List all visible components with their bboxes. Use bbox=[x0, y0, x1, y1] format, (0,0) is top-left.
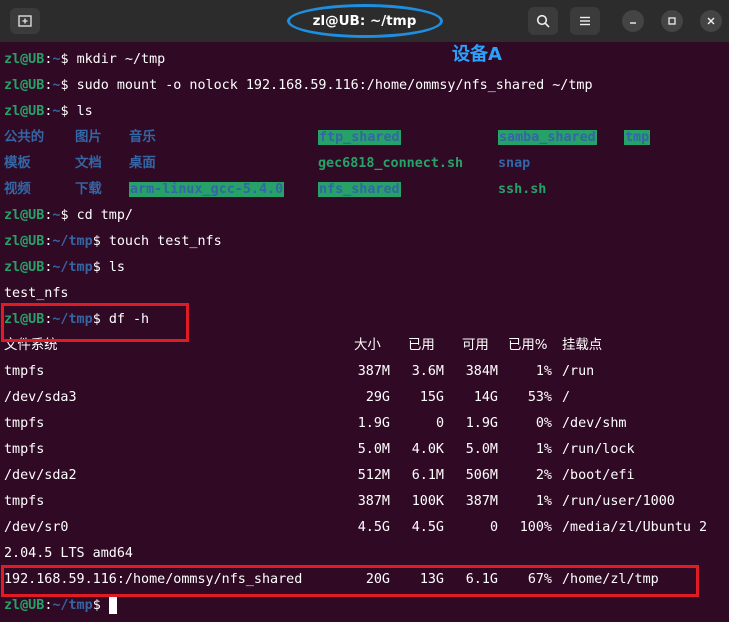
terminal-window: zl@UB: ~/tmp 设备A zl@UB:~$ mkdir ~/tmp zl… bbox=[0, 0, 729, 622]
df-wrapped-text: 2.04.5 LTS amd64 bbox=[4, 546, 133, 561]
df-row: tmpfs 1.9G 0 1.9G 0% /dev/shm bbox=[4, 416, 627, 431]
terminal-line: zl@UB:~$ cd tmp/ bbox=[4, 208, 133, 223]
df-row: /dev/sda3 29G 15G 14G 53% / bbox=[4, 390, 571, 405]
title-annotation-oval bbox=[287, 4, 443, 38]
df-command-highlight-box bbox=[1, 303, 189, 342]
minimize-icon bbox=[630, 22, 636, 24]
terminal-cursor bbox=[108, 596, 117, 614]
listing-row: 视频 下载 arm-linux_gcc-5.4.0 nfs_shared ssh… bbox=[4, 182, 547, 197]
df-row: tmpfs 387M 100K 387M 1% /run/user/1000 bbox=[4, 494, 675, 509]
maximize-icon bbox=[668, 17, 676, 25]
df-row: tmpfs 5.0M 4.0K 5.0M 1% /run/lock bbox=[4, 442, 635, 457]
terminal-line: zl@UB:~$ ls bbox=[4, 104, 93, 119]
menu-button[interactable] bbox=[570, 7, 600, 35]
maximize-button[interactable] bbox=[661, 10, 683, 32]
title-bar: zl@UB: ~/tmp bbox=[0, 0, 729, 42]
terminal-line: zl@UB:~$ sudo mount -o nolock 192.168.59… bbox=[4, 78, 593, 93]
df-row: /dev/sda2 512M 6.1M 506M 2% /boot/efi bbox=[4, 468, 635, 483]
close-button[interactable] bbox=[700, 10, 722, 32]
listing-row: 模板 文档 桌面 gec6818_connect.sh snap bbox=[4, 156, 531, 171]
search-button[interactable] bbox=[528, 7, 558, 35]
hamburger-icon bbox=[580, 16, 590, 26]
minimize-button[interactable] bbox=[622, 10, 644, 32]
command-text: ls bbox=[76, 104, 93, 119]
terminal-line: zl@UB:~/tmp$ ls bbox=[4, 260, 125, 275]
command-text: sudo mount -o nolock 192.168.59.116:/hom… bbox=[76, 78, 593, 93]
terminal-line: zl@UB:~/tmp$ touch test_nfs bbox=[4, 234, 222, 249]
df-row: /dev/sr0 4.5G 4.5G 0 100% /media/zl/Ubun… bbox=[4, 520, 708, 535]
command-text: mkdir ~/tmp bbox=[76, 52, 166, 67]
command-text: cd tmp/ bbox=[76, 208, 133, 223]
command-text: touch test_nfs bbox=[108, 234, 222, 249]
close-icon bbox=[707, 17, 715, 25]
command-text: ls bbox=[108, 260, 125, 275]
listing-row: 公共的 图片 音乐 ftp_shared samba_shared tmp bbox=[4, 130, 651, 145]
df-row: tmpfs 387M 3.6M 384M 1% /run bbox=[4, 364, 595, 379]
search-icon bbox=[536, 14, 550, 28]
nfs-row-highlight-box bbox=[1, 565, 699, 597]
terminal-line: zl@UB:~$ mkdir ~/tmp bbox=[4, 52, 166, 67]
